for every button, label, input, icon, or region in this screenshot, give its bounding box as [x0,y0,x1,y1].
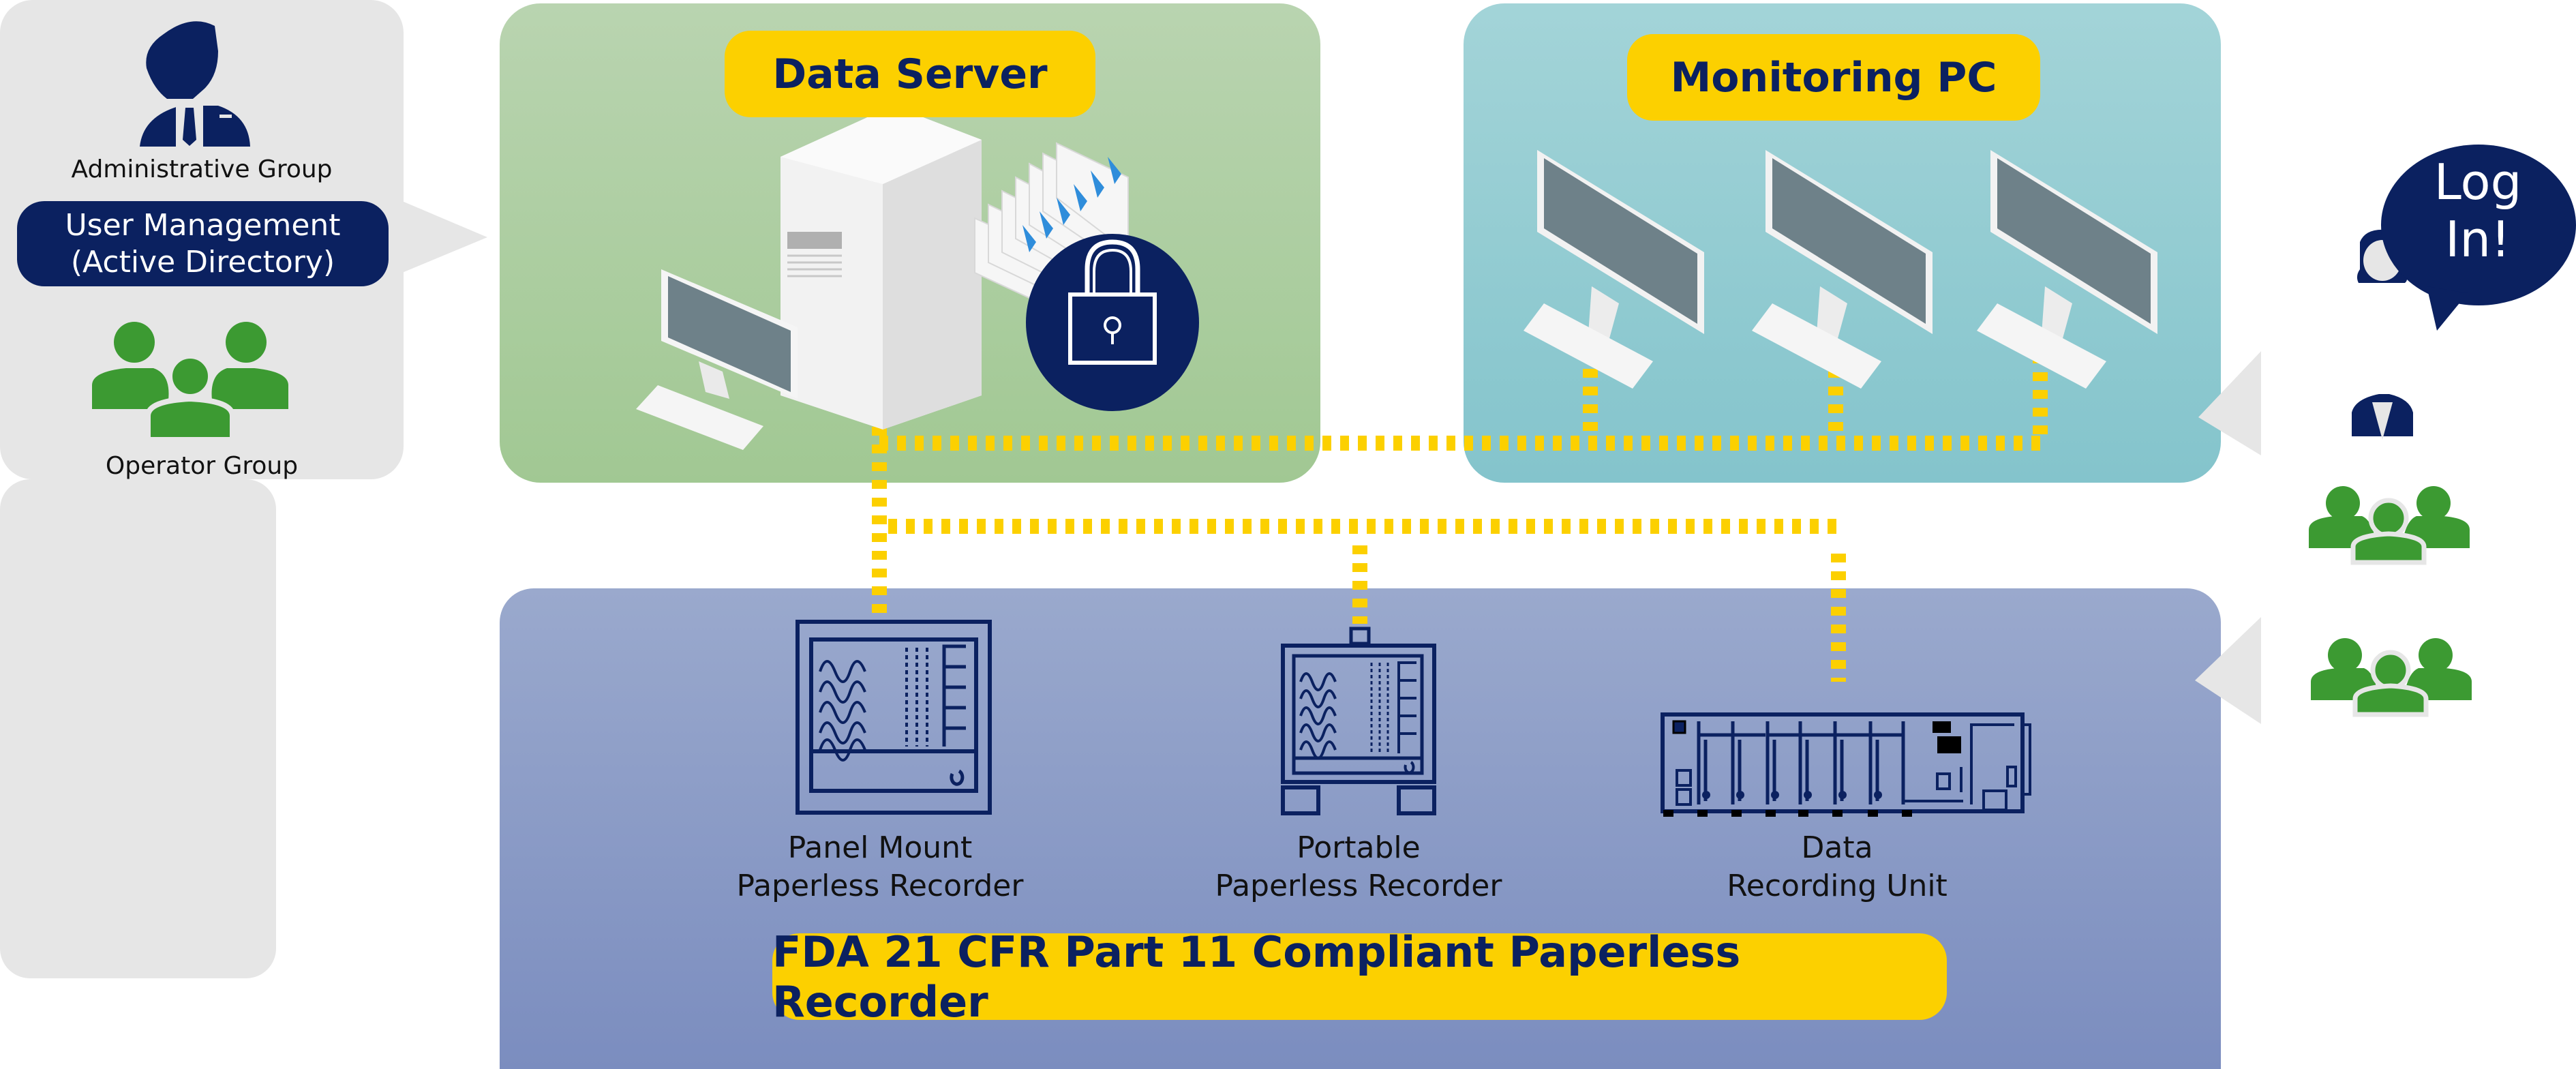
data-recording-unit-label-line1: Data [1801,830,1873,865]
data-server-title: Data Server [725,31,1095,117]
padlock-icon [1026,234,1199,411]
network-connection-lines [872,351,2048,682]
right-pointer-arrow-recorder [2195,617,2261,724]
login-speech-line1: Log [2434,153,2522,211]
login-speech-line2: In! [2445,211,2511,268]
data-recording-unit-icon [1661,712,2031,817]
portable-recorder-label-line2: Paperless Recorder [1215,869,1502,903]
data-recording-unit-label-line2: Recording Unit [1727,869,1948,903]
portable-recorder-label-line1: Portable [1297,830,1421,865]
panel-recorder-label-line1: Panel Mount [787,830,973,865]
monitor-icon-3 [1977,150,2157,389]
operator-group-label: Operator Group [105,452,299,480]
panel-recorder-icon [795,620,992,815]
monitor-icon-1 [1524,150,1704,389]
monitor-icon-2 [1752,150,1933,389]
panel-recorder-label-line2: Paperless Recorder [736,869,1024,903]
portable-recorder-label: Portable Paperless Recorder [1168,829,1549,905]
data-recording-unit-label: Data Recording Unit [1646,829,2028,905]
panel-recorder-label: Panel Mount Paperless Recorder [689,829,1071,905]
admin-user-icon [140,21,250,150]
user-management-line2: (Active Directory) [70,244,335,280]
login-speech-text: Log In! [2380,153,2575,268]
operator-group-icon-lower [2311,638,2472,717]
admin-group-label: Administrative Group [71,155,333,183]
left-pointer-arrow [402,201,487,273]
fda-compliance-title: FDA 21 CFR Part 11 Compliant Paperless R… [772,927,1947,1027]
keyboard-icon [636,385,763,450]
monitoring-pc-title: Monitoring PC [1627,34,2040,121]
operator-group-icon [92,322,288,442]
portable-recorder-icon [1281,627,1436,815]
user-management-line1: User Management [65,207,341,243]
server-monitor-icon [636,269,798,450]
keyboard-icon [1752,303,1881,389]
operator-group-icon-upper [2309,486,2470,565]
right-pointer-arrow-pc [2198,351,2261,455]
server-tower-icon [781,106,982,430]
user-management-button[interactable]: User Management (Active Directory) [17,201,389,286]
